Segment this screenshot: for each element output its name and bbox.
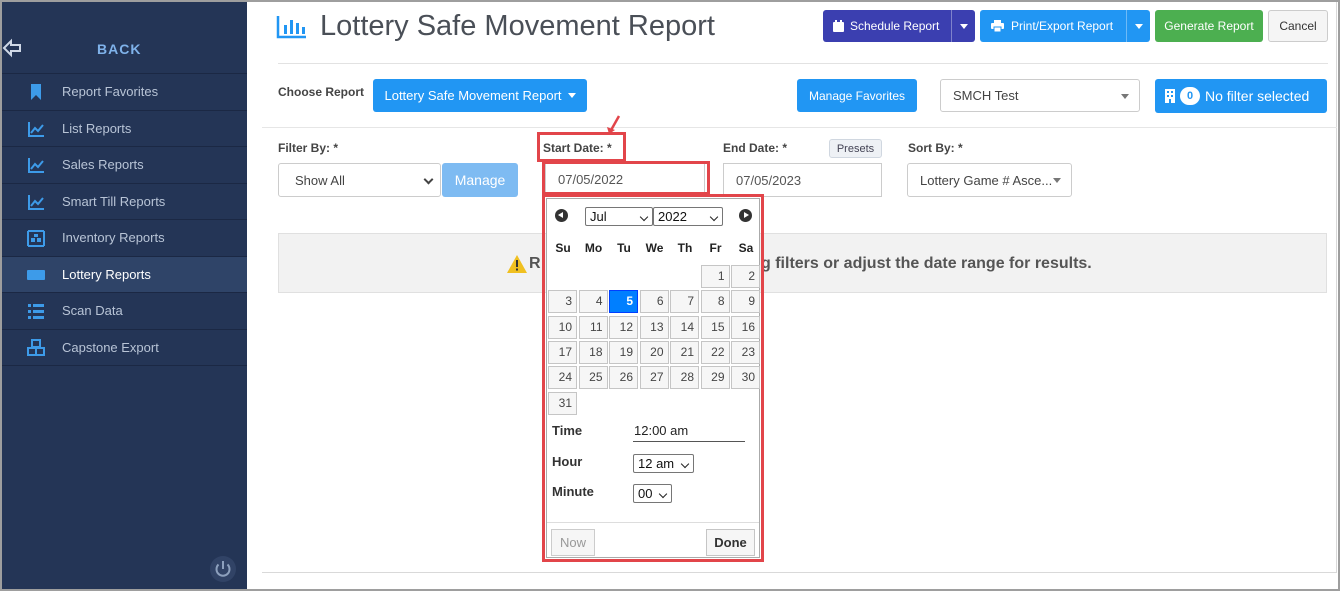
caret-down-icon [1121, 93, 1129, 99]
sidebar-item-label: Sales Reports [62, 157, 144, 172]
sidebar-item-label: Inventory Reports [62, 230, 165, 245]
presets-button[interactable]: Presets [829, 139, 882, 158]
back-label: BACK [97, 41, 142, 57]
highlight-start-date-input [542, 161, 710, 195]
sidebar-item-label: Scan Data [62, 303, 123, 318]
sidebar-item-label: Smart Till Reports [62, 193, 166, 209]
sidebar-item-report-favorites[interactable]: Report Favorites [2, 74, 247, 111]
filter-by-select[interactable]: Show All [278, 163, 441, 197]
caret-down-icon [567, 93, 576, 98]
sidebar-item-capstone-export[interactable]: Capstone Export [2, 330, 247, 366]
printer-icon [991, 20, 1004, 32]
caret-down-icon [1134, 23, 1143, 29]
filter-by-label: Filter By: * [278, 141, 339, 155]
generate-report-button[interactable]: Generate Report [1155, 10, 1263, 42]
sidebar-item-list-reports[interactable]: List Reports [2, 111, 247, 147]
filter-by-value: Show All [295, 172, 345, 188]
filter-count-badge: 0 [1180, 87, 1200, 105]
caret-down-icon [959, 23, 968, 29]
annotation-arrow-icon [607, 115, 621, 134]
filter-selection-button[interactable]: 0 No filter selected [1155, 79, 1327, 113]
chevron-down-icon [423, 174, 434, 185]
back-arrow-icon [2, 38, 22, 62]
store-select-value: SMCH Test [953, 88, 1019, 103]
sidebar-item-label: List Reports [62, 120, 132, 136]
building-icon [1165, 89, 1175, 103]
line-chart-icon [27, 120, 45, 138]
schedule-report-label: Schedule Report [850, 19, 940, 33]
alert-text-left: R [529, 255, 541, 272]
alert-text-right: g filters or adjust the date range for r… [761, 255, 1092, 272]
sidebar-item-label: Report Favorites [62, 84, 159, 99]
choose-report-label: Choose Report [278, 85, 365, 99]
highlight-date-picker [542, 194, 764, 562]
cubes-icon [27, 338, 45, 357]
manage-favorites-button[interactable]: Manage Favorites [797, 79, 917, 112]
sidebar-nav: Report Favorites List Reports Sales Repo… [2, 74, 247, 366]
filter-selection-label: No filter selected [1205, 88, 1310, 104]
cancel-button[interactable]: Cancel [1268, 10, 1328, 42]
ticket-icon [27, 266, 45, 284]
line-chart-icon [27, 193, 45, 211]
sidebar-item-lottery-reports[interactable]: Lottery Reports [2, 256, 247, 293]
divider [278, 63, 1328, 64]
end-date-label: End Date: * [723, 141, 788, 155]
no-results-alert: R g filters or adjust the date range for… [278, 233, 1327, 293]
power-icon [215, 561, 231, 577]
sidebar: BACK Report Favorites List Reports Sales… [2, 2, 247, 589]
page-title: Lottery Safe Movement Report [320, 10, 715, 42]
divider [262, 127, 1337, 128]
power-button[interactable] [210, 556, 236, 582]
sort-by-select[interactable]: Lottery Game # Asce... [907, 163, 1072, 197]
sort-by-label: Sort By: * [908, 141, 963, 155]
manage-filter-button[interactable]: Manage [442, 163, 518, 197]
line-chart-icon [27, 156, 45, 174]
sidebar-item-sales-reports[interactable]: Sales Reports [2, 147, 247, 184]
print-dropdown-toggle[interactable] [1126, 10, 1150, 42]
sidebar-item-label: Capstone Export [62, 339, 159, 355]
back-button[interactable]: BACK [2, 24, 247, 74]
schedule-report-button[interactable]: Schedule Report [823, 10, 975, 42]
warning-icon [507, 255, 527, 276]
bar-chart-icon [276, 14, 308, 43]
sidebar-item-scan-data[interactable]: Scan Data [2, 293, 247, 330]
warehouse-icon [27, 229, 45, 247]
sidebar-item-inventory-reports[interactable]: Inventory Reports [2, 220, 247, 257]
schedule-dropdown-toggle[interactable] [951, 10, 975, 42]
sidebar-item-smart-till-reports[interactable]: Smart Till Reports [2, 184, 247, 220]
bookmark-icon [27, 83, 45, 101]
highlight-start-date-label [537, 132, 626, 162]
sort-by-value: Lottery Game # Asce... [920, 172, 1053, 188]
print-export-button[interactable]: Print/Export Report [980, 10, 1150, 42]
report-select-button[interactable]: Lottery Safe Movement Report [373, 79, 587, 112]
print-export-label: Print/Export Report [1011, 19, 1114, 33]
end-date-input[interactable]: 07/05/2023 [723, 163, 882, 197]
sidebar-item-label: Lottery Reports [62, 266, 151, 282]
list-icon [27, 302, 45, 320]
calendar-icon [833, 20, 844, 32]
store-select[interactable]: SMCH Test [940, 79, 1140, 112]
caret-down-icon [1053, 178, 1061, 183]
report-select-value: Lottery Safe Movement Report [384, 88, 562, 103]
